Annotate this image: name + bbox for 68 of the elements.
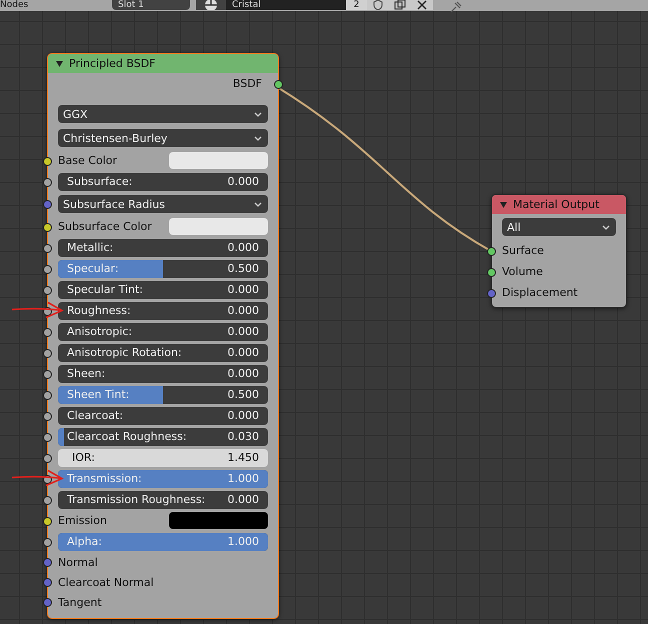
input-socket[interactable] xyxy=(43,598,52,607)
socket-label: Volume xyxy=(502,265,544,278)
color-swatch[interactable] xyxy=(169,218,268,235)
chevron-down-icon xyxy=(254,112,262,116)
input-socket[interactable] xyxy=(43,578,52,587)
slider-field[interactable]: Specular: 0.500 xyxy=(58,260,268,278)
slider-field[interactable]: Anisotropic: 0.000 xyxy=(58,322,268,340)
input-socket[interactable] xyxy=(487,288,496,298)
node-title: Material Output xyxy=(513,198,600,211)
node-title: Principled BSDF xyxy=(69,57,156,70)
input-socket[interactable] xyxy=(43,538,52,546)
input-socket[interactable] xyxy=(43,370,52,378)
chevron-down-icon xyxy=(254,202,262,206)
dropdown[interactable]: All xyxy=(502,218,616,236)
slider-field[interactable]: Clearcoat Roughness: 0.030 xyxy=(58,428,268,446)
input-socket[interactable] xyxy=(43,390,52,400)
input-socket[interactable] xyxy=(43,432,52,442)
input-socket[interactable] xyxy=(43,496,52,504)
input-socket[interactable] xyxy=(43,156,52,166)
slider-field[interactable]: Roughness: 0.000 xyxy=(58,302,268,320)
slider-field[interactable]: Anisotropic Rotation: 0.000 xyxy=(58,344,268,362)
input-socket[interactable] xyxy=(487,268,496,276)
slider-field[interactable]: Specular Tint: 0.000 xyxy=(58,280,268,298)
socket-label: Surface xyxy=(502,244,545,257)
collapse-triangle-icon[interactable] xyxy=(500,202,507,208)
input-socket[interactable] xyxy=(43,348,52,358)
slider-field[interactable]: Clearcoat: 0.000 xyxy=(58,406,268,424)
input-socket[interactable] xyxy=(43,244,52,252)
input-socket[interactable] xyxy=(43,558,52,567)
socket-label: Tangent xyxy=(58,596,103,608)
color-swatch[interactable] xyxy=(169,512,268,529)
material-name-field[interactable]: Cristal xyxy=(226,0,346,10)
input-socket[interactable] xyxy=(43,264,52,274)
close-icon[interactable] xyxy=(411,0,433,10)
chevron-down-icon xyxy=(602,224,610,230)
input-socket[interactable] xyxy=(43,412,52,420)
socket-label: Displacement xyxy=(502,286,579,299)
input-socket[interactable] xyxy=(43,200,52,209)
socket-label: Normal xyxy=(58,556,99,568)
slider-field[interactable]: Transmission Roughness: 0.000 xyxy=(58,490,268,508)
dropdown[interactable]: GGX xyxy=(58,105,268,123)
slot-dropdown[interactable]: Slot 1 xyxy=(112,0,190,10)
socket-label: Base Color xyxy=(58,154,118,167)
slider-field[interactable]: Subsurface: 0.000 xyxy=(58,172,268,190)
socket-label: Clearcoat Normal xyxy=(58,576,155,588)
slider-field[interactable]: Sheen Tint: 0.500 xyxy=(58,386,268,404)
input-socket[interactable] xyxy=(487,246,496,256)
chevron-down-icon xyxy=(254,136,262,140)
input-socket[interactable] xyxy=(43,286,52,294)
shield-icon[interactable] xyxy=(367,0,389,10)
socket-label: Subsurface Color xyxy=(58,220,153,233)
input-socket[interactable] xyxy=(43,516,52,526)
collapse-triangle-icon[interactable] xyxy=(56,60,63,66)
slider-field[interactable]: Metallic: 0.000 xyxy=(58,238,268,256)
user-count[interactable]: 2 xyxy=(346,0,367,10)
editor-label: Nodes xyxy=(0,0,30,10)
slider-field[interactable]: Sheen: 0.000 xyxy=(58,364,268,382)
input-socket[interactable] xyxy=(43,454,52,462)
input-socket[interactable] xyxy=(43,328,52,336)
number-field[interactable]: IOR: 1.450 xyxy=(58,448,268,466)
socket-label: Emission xyxy=(58,514,108,527)
input-socket[interactable] xyxy=(43,178,52,186)
dropdown[interactable]: Christensen-Burley xyxy=(58,129,268,147)
input-socket[interactable] xyxy=(43,222,52,232)
socket-label: BSDF xyxy=(232,77,262,90)
output-socket[interactable] xyxy=(274,80,283,88)
color-swatch[interactable] xyxy=(169,152,268,169)
dropdown[interactable]: Subsurface Radius xyxy=(58,195,268,213)
